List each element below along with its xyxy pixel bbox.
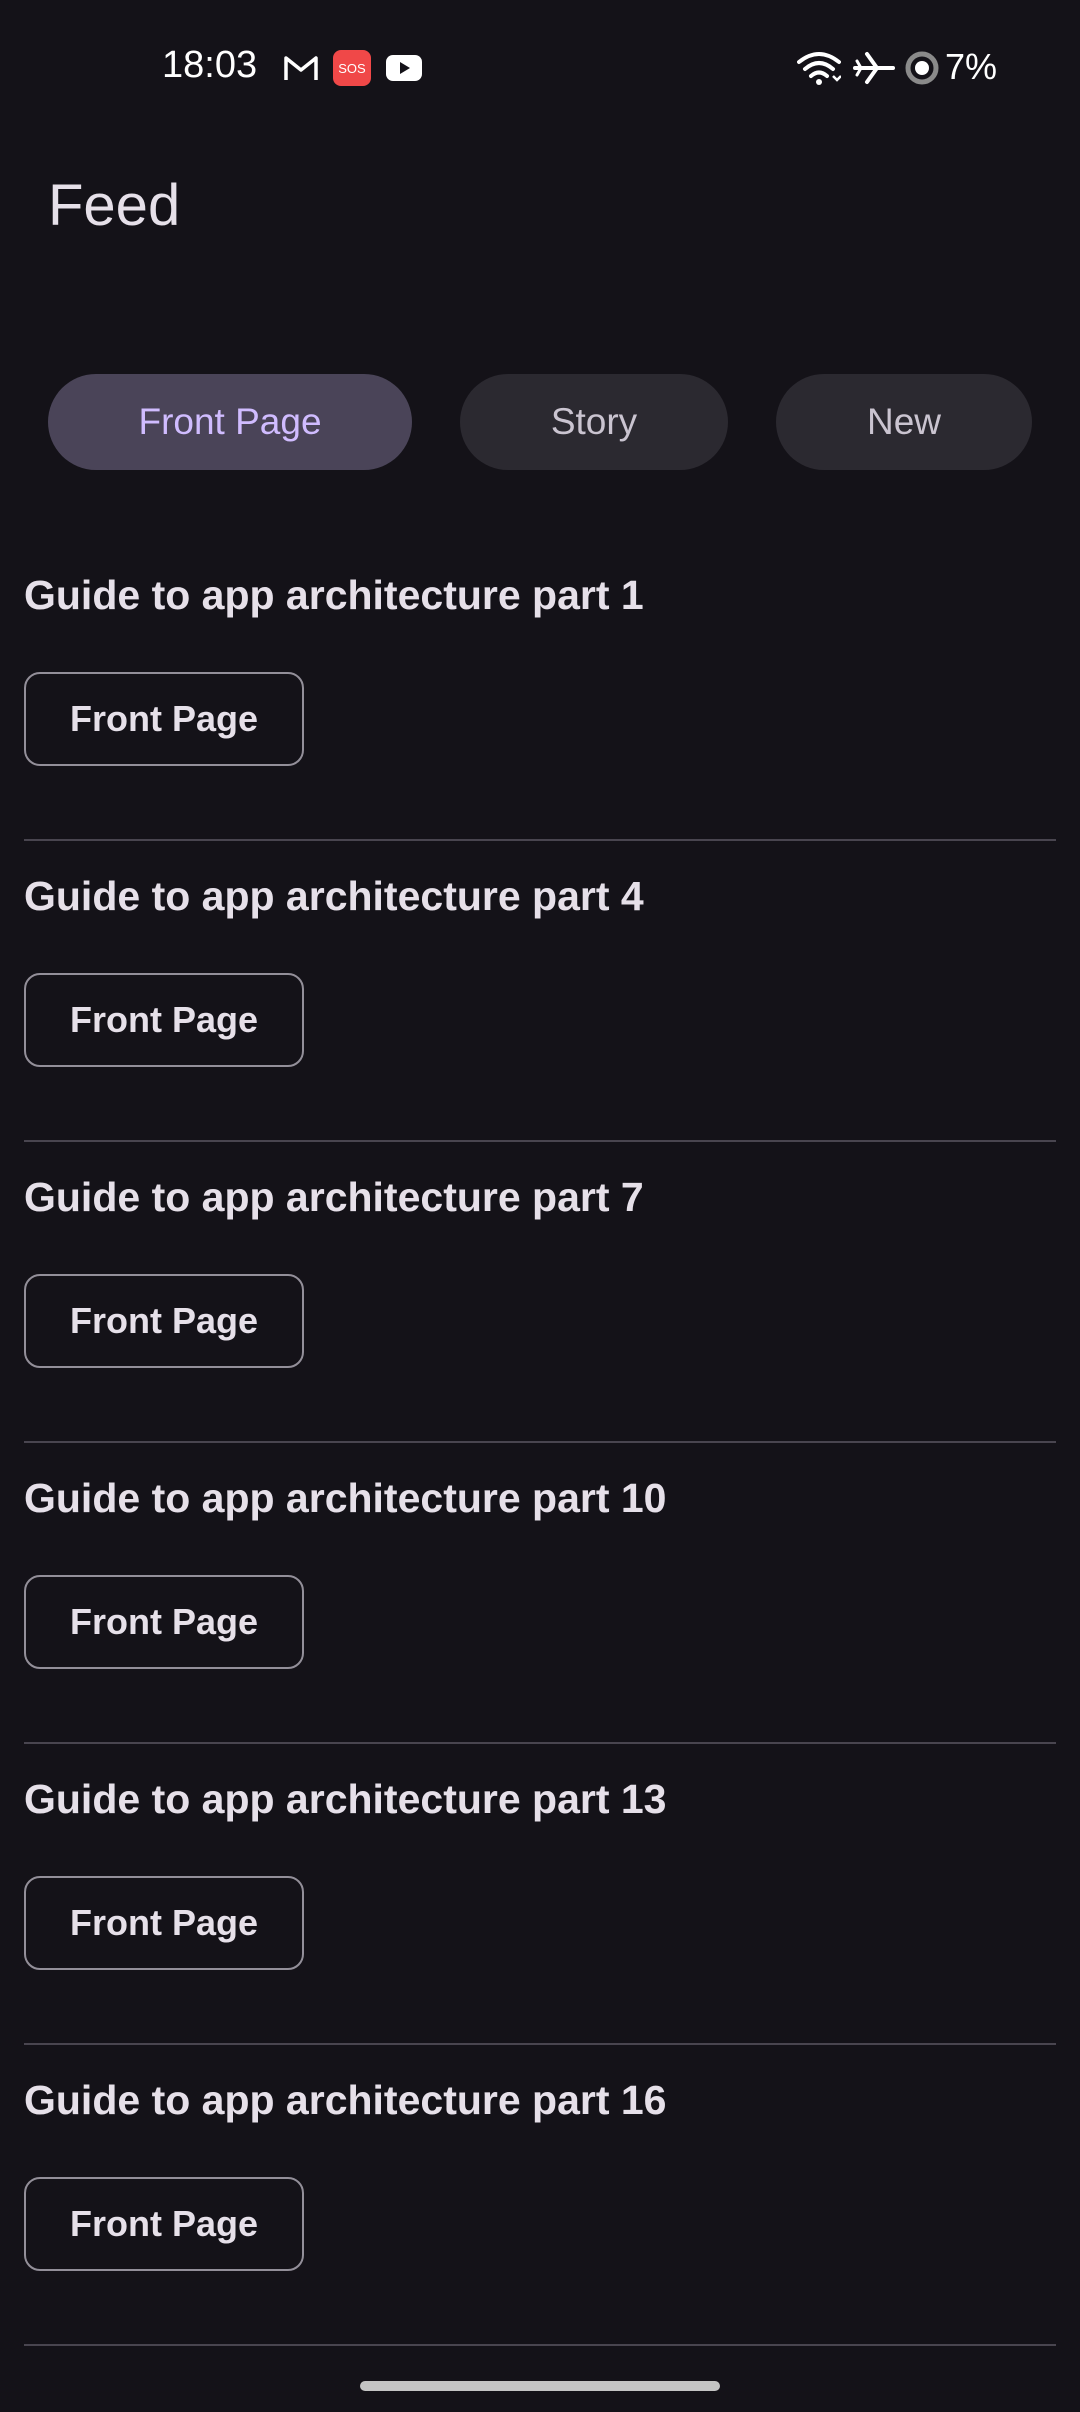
sos-label: SOS [338, 60, 366, 76]
feed-item-tag-chip[interactable]: Front Page [24, 672, 304, 766]
airplane-mode-icon [852, 48, 896, 88]
wifi-icon [796, 48, 842, 88]
youtube-icon [384, 48, 424, 88]
feed-item-tag-chip[interactable]: Front Page [24, 973, 304, 1067]
feed-item-title: Guide to app architecture part 13 [24, 1776, 667, 1822]
battery-percentage: 7% [945, 46, 998, 87]
tab-front-page[interactable]: Front Page [48, 374, 412, 470]
feed-item-tag-chip[interactable]: Front Page [24, 1876, 304, 1970]
feed-list: Guide to app architecture part 1 Front P… [24, 540, 1056, 2346]
feed-item[interactable]: Guide to app architecture part 13 Front … [24, 1744, 1056, 2045]
feed-item-title: Guide to app architecture part 7 [24, 1174, 644, 1220]
feed-item-title: Guide to app architecture part 16 [24, 2077, 667, 2123]
status-bar: 18:03 SOS 7% [0, 0, 1080, 140]
feed-screen: 18:03 SOS 7% Feed Front Page Story New G… [0, 0, 1080, 2412]
feed-item[interactable]: Guide to app architecture part 1 Front P… [24, 540, 1056, 841]
feed-item-title: Guide to app architecture part 1 [24, 572, 644, 618]
feed-item-tag-chip[interactable]: Front Page [24, 1274, 304, 1368]
feed-item[interactable]: Guide to app architecture part 7 Front P… [24, 1142, 1056, 1443]
status-time: 18:03 [162, 44, 258, 86]
gesture-navigation-bar[interactable] [360, 2381, 720, 2391]
feed-item-title: Guide to app architecture part 10 [24, 1475, 667, 1521]
feed-item[interactable]: Guide to app architecture part 10 Front … [24, 1443, 1056, 1744]
tab-story[interactable]: Story [460, 374, 728, 470]
page-title: Feed [48, 173, 181, 238]
sos-icon: SOS [332, 48, 372, 88]
battery-ring-icon [902, 48, 942, 88]
feed-item-tag-chip[interactable]: Front Page [24, 1575, 304, 1669]
feed-item[interactable]: Guide to app architecture part 16 Front … [24, 2045, 1056, 2346]
feed-item-tag-chip[interactable]: Front Page [24, 2177, 304, 2271]
gmail-icon [282, 48, 320, 88]
tab-new[interactable]: New [776, 374, 1032, 470]
feed-item[interactable]: Guide to app architecture part 4 Front P… [24, 841, 1056, 1142]
feed-item-title: Guide to app architecture part 4 [24, 873, 644, 919]
